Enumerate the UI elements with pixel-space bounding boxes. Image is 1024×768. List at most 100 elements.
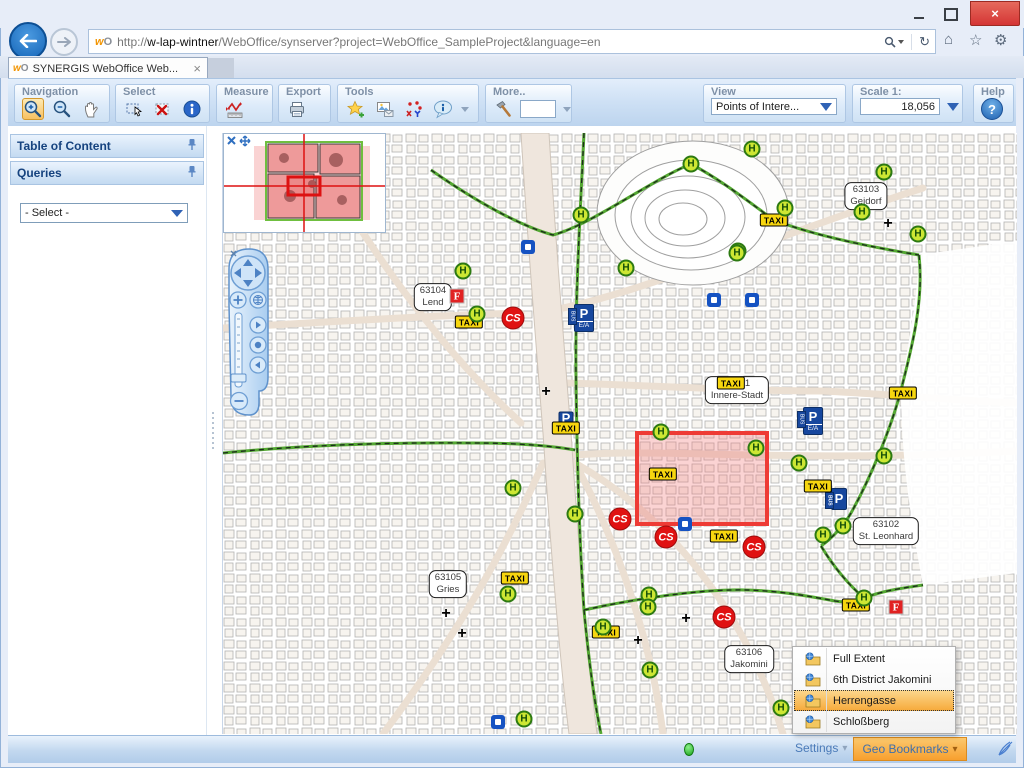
parking-marker[interactable]: PE/ABUS: [803, 407, 823, 435]
fire-station-marker[interactable]: F: [450, 289, 465, 304]
transit-stop-marker[interactable]: H: [910, 226, 927, 243]
taxi-stand-marker[interactable]: TAXI: [649, 468, 677, 481]
transit-stop-marker[interactable]: H: [505, 480, 522, 497]
refresh-icon[interactable]: ↻: [919, 34, 930, 50]
zoom-slider-handle[interactable]: [231, 374, 246, 382]
more-dropdown-caret-icon[interactable]: [563, 107, 571, 112]
new-tab-area[interactable]: [208, 58, 234, 78]
print-tool[interactable]: [286, 98, 308, 120]
carsharing-marker[interactable]: CS: [655, 526, 678, 549]
panel-splitter[interactable]: [206, 126, 223, 735]
church-marker[interactable]: +: [457, 626, 466, 642]
transit-stop-marker[interactable]: H: [500, 586, 517, 603]
taxi-stand-marker[interactable]: TAXI: [889, 387, 917, 400]
zoom-out-tool[interactable]: [51, 98, 73, 120]
transit-stop-marker[interactable]: H: [856, 590, 873, 607]
fire-station-marker[interactable]: F: [889, 600, 904, 615]
transit-stop-marker[interactable]: H: [653, 424, 670, 441]
transit-stop-marker[interactable]: H: [567, 506, 584, 523]
maptip-tool[interactable]: [432, 98, 454, 120]
carsharing-marker[interactable]: CS: [743, 536, 766, 559]
church-marker[interactable]: +: [681, 611, 690, 627]
bookmark-item[interactable]: Full Extent: [794, 648, 954, 669]
zoom-in-tool[interactable]: [22, 98, 44, 120]
carsharing-marker[interactable]: CS: [609, 508, 632, 531]
tab-close-icon[interactable]: ×: [193, 61, 201, 76]
transit-stop-marker[interactable]: H: [683, 156, 700, 173]
scale-input[interactable]: 18,056: [860, 98, 940, 115]
transit-stop-marker[interactable]: H: [640, 599, 657, 616]
zoom-control[interactable]: [225, 245, 273, 428]
coordinates-tool[interactable]: [403, 98, 425, 120]
transit-stop-marker[interactable]: H: [729, 245, 746, 262]
settings-menu-button[interactable]: Settings ▾: [795, 741, 847, 755]
parking-marker[interactable]: PBUS: [831, 488, 847, 510]
back-button[interactable]: [9, 22, 47, 60]
museum-marker[interactable]: [707, 293, 721, 307]
transit-stop-marker[interactable]: H: [573, 207, 590, 224]
more-tools-select[interactable]: [520, 100, 556, 118]
transit-stop-marker[interactable]: H: [516, 711, 533, 728]
geo-bookmarks-button[interactable]: Geo Bookmarks ▾: [853, 737, 967, 761]
identify-tool[interactable]: [181, 98, 203, 120]
taxi-stand-marker[interactable]: TAXI: [717, 377, 745, 390]
view-select[interactable]: Points of Intere...: [711, 98, 837, 115]
maximize-button[interactable]: [938, 6, 964, 22]
transit-stop-marker[interactable]: H: [618, 260, 635, 277]
query-select-dropdown[interactable]: - Select -: [20, 203, 188, 223]
queries-panel-header[interactable]: Queries: [10, 161, 204, 185]
more-tools-button[interactable]: [493, 98, 513, 120]
forward-button[interactable]: [50, 28, 78, 56]
transit-stop-marker[interactable]: H: [748, 440, 765, 457]
overview-extent-rect[interactable]: [288, 177, 320, 195]
transit-stop-marker[interactable]: H: [595, 619, 612, 636]
export-image-tool[interactable]: [374, 98, 396, 120]
clear-selection-tool[interactable]: [152, 98, 174, 120]
church-marker[interactable]: +: [633, 633, 642, 649]
transit-stop-marker[interactable]: H: [773, 700, 790, 717]
taxi-stand-marker[interactable]: TAXI: [710, 530, 738, 543]
overview-move-icon[interactable]: [240, 136, 250, 146]
transit-stop-marker[interactable]: H: [876, 448, 893, 465]
map-area[interactable]: 63103Geidorf63104Lend63101Innere-Stadt63…: [222, 133, 1017, 734]
tools-dropdown-caret-icon[interactable]: [461, 107, 469, 112]
scale-caret-icon[interactable]: [947, 103, 959, 111]
taxi-stand-marker[interactable]: TAXI: [804, 480, 832, 493]
transit-stop-marker[interactable]: H: [791, 455, 808, 472]
pan-tool[interactable]: [80, 98, 102, 120]
select-tool[interactable]: [123, 98, 145, 120]
search-icon[interactable]: [884, 36, 904, 48]
carsharing-marker[interactable]: CS: [713, 606, 736, 629]
measure-tool[interactable]: [224, 98, 246, 120]
splitter-handle[interactable]: [212, 412, 214, 449]
transit-stop-marker[interactable]: H: [876, 164, 893, 181]
overview-map[interactable]: [223, 133, 386, 233]
church-marker[interactable]: +: [541, 384, 550, 400]
favorites-star-icon[interactable]: ☆: [969, 31, 982, 49]
transit-stop-marker[interactable]: H: [777, 200, 794, 217]
bookmark-item[interactable]: 6th District Jakomini: [794, 669, 954, 690]
transit-stop-marker[interactable]: H: [469, 306, 486, 323]
pin-icon[interactable]: [187, 138, 197, 154]
address-bar[interactable]: wO http://w-lap-wintner/WebOffice/synser…: [88, 29, 936, 54]
toc-panel-header[interactable]: Table of Content: [10, 134, 204, 158]
transit-stop-marker[interactable]: H: [455, 263, 472, 280]
browser-tab[interactable]: wO SYNERGIS WebOffice Web... ×: [8, 57, 208, 79]
home-icon[interactable]: ⌂: [944, 31, 953, 48]
museum-marker[interactable]: [491, 715, 505, 729]
transit-stop-marker[interactable]: H: [854, 204, 871, 221]
pin-icon[interactable]: [187, 165, 197, 181]
transit-stop-marker[interactable]: H: [642, 662, 659, 679]
add-favorite-tool[interactable]: [345, 98, 367, 120]
museum-marker[interactable]: [745, 293, 759, 307]
bookmark-item[interactable]: Herrengasse: [794, 690, 954, 711]
parking-marker[interactable]: PE/ABUS: [574, 304, 594, 332]
overview-close-icon[interactable]: [228, 137, 235, 144]
edit-pen-icon[interactable]: [996, 740, 1016, 763]
transit-stop-marker[interactable]: H: [835, 518, 852, 535]
church-marker[interactable]: +: [883, 216, 892, 232]
minimize-button[interactable]: [906, 6, 932, 22]
settings-gear-icon[interactable]: ⚙: [994, 31, 1007, 49]
help-button[interactable]: ?: [981, 98, 1003, 120]
transit-stop-marker[interactable]: H: [744, 141, 761, 158]
